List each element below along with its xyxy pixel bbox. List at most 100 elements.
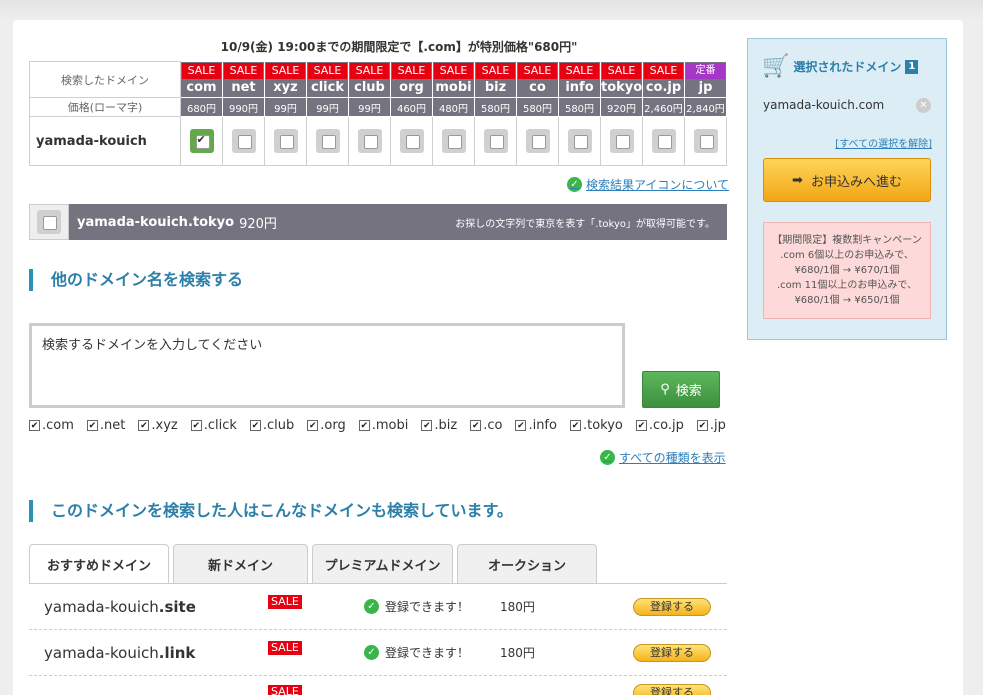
checkbox-info[interactable] bbox=[567, 129, 592, 153]
checkbox-jp[interactable] bbox=[693, 129, 718, 153]
tokyo-suggestion-bar: yamada-kouich.tokyo 920円 お探しの文字列で東京を表す「.… bbox=[29, 204, 727, 240]
tld-option[interactable]: ✔ .org bbox=[307, 418, 346, 433]
checkbox-com[interactable] bbox=[189, 129, 214, 153]
tld-option[interactable]: ✔ .jp bbox=[696, 418, 726, 433]
cart-icon: 🛒 bbox=[762, 54, 790, 79]
sale-badge: SALE bbox=[392, 62, 431, 79]
price-club: 99円 bbox=[348, 97, 391, 117]
promo-box: 【期間限定】複数割キャンペーン .com 6個以上のお申込みで、 ¥680/1個… bbox=[763, 222, 931, 319]
checkbox-icon: ✔ bbox=[86, 420, 98, 431]
tab-premium[interactable]: プレミアムドメイン bbox=[312, 544, 453, 583]
tld-header-info: SALE info bbox=[558, 61, 601, 98]
price-mobi: 480円 bbox=[432, 97, 475, 117]
apply-button[interactable]: ➡ お申込みへ進む bbox=[763, 158, 931, 202]
remove-icon[interactable]: ✕ bbox=[916, 98, 931, 113]
tld-option[interactable]: ✔ .com bbox=[29, 418, 74, 433]
checkbox-icon: ✔ bbox=[696, 420, 708, 431]
checkbox-tokyo-suggestion[interactable] bbox=[37, 210, 61, 234]
price-info: 580円 bbox=[558, 97, 601, 117]
sale-badge: SALE bbox=[182, 62, 221, 79]
check-circle-icon: ✓ bbox=[364, 645, 379, 660]
price-com: 680円 bbox=[180, 97, 223, 117]
register-button[interactable]: 登録する bbox=[633, 643, 711, 662]
about-icons-link[interactable]: ✓ 検索結果アイコンについて bbox=[567, 176, 729, 193]
tld-header-biz: SALE biz bbox=[474, 61, 517, 98]
tokyo-note: お探しの文字列で東京を表す「.tokyo」が取得可能です。 bbox=[455, 218, 715, 230]
sale-badge: SALE bbox=[308, 62, 347, 79]
searched-domain-name: yamada-kouich bbox=[29, 116, 181, 166]
sale-badge: SALE bbox=[350, 62, 389, 79]
list-item: yamada-kouich.site SALE ✓ 登録できます！ 180円 登録… bbox=[29, 584, 727, 630]
checkbox-cojp[interactable] bbox=[651, 129, 676, 153]
check-circle-icon: ✓ bbox=[567, 177, 582, 192]
register-button[interactable]: 登録する bbox=[633, 684, 711, 695]
sale-badge: SALE bbox=[268, 641, 302, 655]
tld-header-jp: 定番 jp bbox=[684, 61, 727, 98]
checkbox-biz[interactable] bbox=[483, 129, 508, 153]
checkbox-club[interactable] bbox=[357, 129, 382, 153]
price-xyz: 99円 bbox=[264, 97, 307, 117]
checkbox-xyz[interactable] bbox=[273, 129, 298, 153]
tab-recommended[interactable]: おすすめドメイン bbox=[29, 544, 169, 584]
search-button[interactable]: ⚲ 検索 bbox=[642, 371, 720, 408]
selected-count-badge: 1 bbox=[905, 59, 919, 74]
checkbox-icon: ✔ bbox=[249, 420, 261, 431]
tld-header-co: SALE co bbox=[516, 61, 559, 98]
check-circle-icon: ✓ bbox=[364, 599, 379, 614]
sale-badge: SALE bbox=[224, 62, 263, 79]
tld-header-org: SALE org bbox=[390, 61, 433, 98]
related-price: 180円 bbox=[500, 600, 535, 614]
check-circle-icon: ✓ bbox=[600, 450, 615, 465]
tld-header-cojp: SALE co.jp bbox=[642, 61, 685, 98]
searched-domain-label: 検索したドメイン bbox=[29, 61, 181, 98]
tld-option[interactable]: ✔ .co.jp bbox=[635, 418, 684, 433]
list-item: yamada-kouich.link SALE ✓ 登録できます！ 180円 登録… bbox=[29, 630, 727, 676]
checkbox-icon: ✔ bbox=[515, 420, 527, 431]
tld-option[interactable]: ✔ .info bbox=[515, 418, 557, 433]
arrow-right-icon: ➡ bbox=[792, 172, 803, 188]
checkbox-net[interactable] bbox=[231, 129, 256, 153]
checkbox-mobi[interactable] bbox=[441, 129, 466, 153]
standard-badge: 定番 bbox=[686, 62, 725, 79]
tld-option[interactable]: ✔ .click bbox=[190, 418, 237, 433]
checkbox-click[interactable] bbox=[315, 129, 340, 153]
tld-header-xyz: SALE xyz bbox=[264, 61, 307, 98]
checkbox-org[interactable] bbox=[399, 129, 424, 153]
checkbox-icon: ✔ bbox=[635, 420, 647, 431]
price-tokyo: 920円 bbox=[600, 97, 643, 117]
clear-all-link[interactable]: [すべての選択を解除] bbox=[835, 135, 932, 150]
tld-option[interactable]: ✔ .net bbox=[86, 418, 125, 433]
checkbox-icon: ✔ bbox=[307, 420, 319, 431]
tab-new-domain[interactable]: 新ドメイン bbox=[173, 544, 308, 583]
price-org: 460円 bbox=[390, 97, 433, 117]
list-item: SALE 登録する bbox=[29, 676, 727, 695]
sale-badge: SALE bbox=[644, 62, 683, 79]
checkbox-icon: ✔ bbox=[569, 420, 581, 431]
domain-search-input[interactable]: 検索するドメインを入力してください bbox=[29, 323, 625, 408]
price-net: 990円 bbox=[222, 97, 265, 117]
tab-auction[interactable]: オークション bbox=[457, 544, 597, 583]
register-button[interactable]: 登録する bbox=[633, 597, 711, 616]
tld-option[interactable]: ✔ .mobi bbox=[358, 418, 408, 433]
tld-header-click: SALE click bbox=[306, 61, 349, 98]
tld-header-club: SALE club bbox=[348, 61, 391, 98]
show-all-tlds-link[interactable]: ✓ すべての種類を表示 bbox=[600, 449, 726, 466]
tld-option[interactable]: ✔ .club bbox=[249, 418, 294, 433]
tld-option[interactable]: ✔ .xyz bbox=[138, 418, 178, 433]
sale-badge: SALE bbox=[602, 62, 641, 79]
checkbox-co[interactable] bbox=[525, 129, 550, 153]
tld-option[interactable]: ✔ .co bbox=[470, 418, 502, 433]
sale-badge: SALE bbox=[266, 62, 305, 79]
availability-status: ✓ 登録できます！ bbox=[364, 644, 469, 661]
checkbox-icon: ✔ bbox=[358, 420, 370, 431]
related-tabs: おすすめドメイン 新ドメイン プレミアムドメイン オークション bbox=[29, 544, 601, 584]
price-label: 価格(ローマ字) bbox=[29, 97, 181, 117]
selected-domains-sidebar: 🛒 選択されたドメイン 1 yamada-kouich.com ✕ [すべての選… bbox=[747, 38, 947, 340]
related-price: 180円 bbox=[500, 646, 535, 660]
sale-badge: SALE bbox=[268, 685, 302, 695]
checkbox-tokyo[interactable] bbox=[609, 129, 634, 153]
tld-option[interactable]: ✔ .biz bbox=[421, 418, 457, 433]
tld-option[interactable]: ✔ .tokyo bbox=[569, 418, 623, 433]
tld-header-net: SALE net bbox=[222, 61, 265, 98]
sale-badge: SALE bbox=[476, 62, 515, 79]
